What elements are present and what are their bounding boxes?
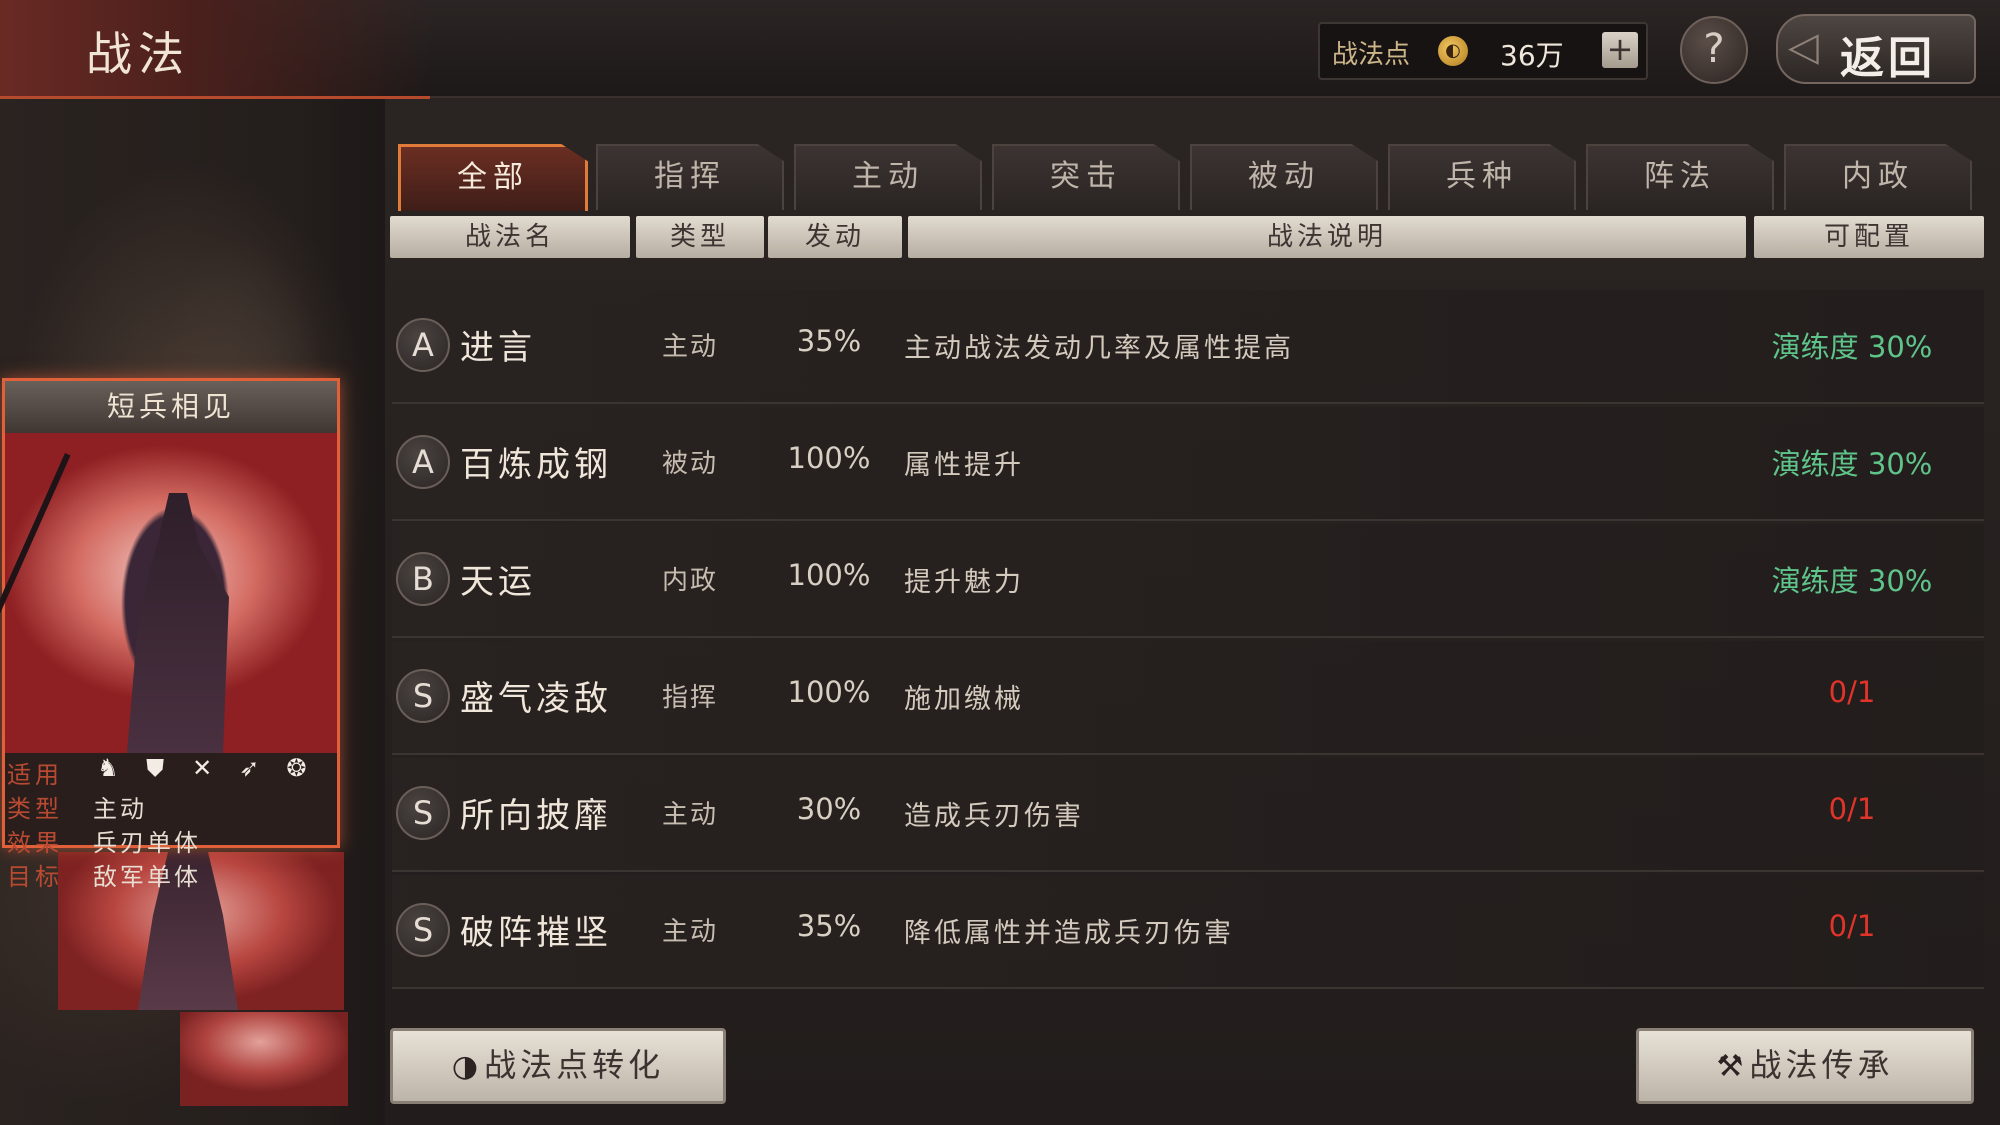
column-header-description: 战法说明	[908, 216, 1746, 258]
tab-assault[interactable]: 突击	[992, 144, 1180, 210]
wheel-icon: ❂	[286, 754, 307, 782]
card-info: 适用 ♞ ⛊ ✕ ➶ ❂ 类型 主动 效果 兵刃单体 目标 敌军单体	[5, 753, 337, 891]
skill-rate: 35%	[796, 324, 862, 358]
effect-row: 效果 兵刃单体	[5, 821, 337, 857]
grade-badge: A	[396, 435, 450, 489]
grade-badge: B	[396, 552, 450, 606]
tactic-points-value: 36万	[1500, 39, 1564, 72]
cavalry-icon: ♞	[97, 754, 119, 782]
skill-description: 提升魅力	[904, 567, 1024, 598]
convert-points-button[interactable]: ◑战法点转化	[390, 1028, 726, 1104]
skill-row[interactable]: S 所向披靡 主动 30% 造成兵刃伤害 0/1	[392, 758, 1984, 872]
tactic-point-icon: ◑	[451, 1049, 483, 1084]
tab-internal-affairs[interactable]: 内政	[1784, 144, 1972, 210]
tab-active[interactable]: 主动	[794, 144, 982, 210]
column-header-name[interactable]: 战法名	[390, 216, 630, 258]
tactic-point-icon: ◐	[1438, 36, 1468, 66]
skill-row[interactable]: S 盛气凌敌 指挥 100% 施加缴械 0/1	[392, 641, 1984, 755]
skill-status: 演练度 30%	[1771, 447, 1933, 481]
tactic-points-label: 战法点	[1332, 40, 1411, 70]
skill-description: 造成兵刃伤害	[904, 801, 1084, 832]
troop-icons: ♞ ⛊ ✕ ➶ ❂	[91, 753, 321, 787]
grade-badge: A	[396, 318, 450, 372]
skill-type: 被动	[662, 449, 719, 479]
tab-troop[interactable]: 兵种	[1388, 144, 1576, 210]
skill-rate: 100%	[787, 441, 871, 475]
tactic-points-display: 战法点 ◐ 36万 +	[1318, 22, 1648, 80]
grade-badge: S	[396, 903, 450, 957]
applicable-row: 适用 ♞ ⛊ ✕ ➶ ❂	[5, 753, 337, 789]
tab-command[interactable]: 指挥	[596, 144, 784, 210]
skill-description: 主动战法发动几率及属性提高	[904, 333, 1294, 364]
skill-name: 天运	[460, 562, 536, 602]
spear-art	[0, 453, 71, 730]
back-label: 返回	[1840, 33, 1936, 84]
skill-type: 主动	[662, 332, 719, 362]
hammer-icon: ⚒	[1716, 1049, 1748, 1084]
inherit-tactic-label: 战法传承	[1749, 1046, 1894, 1084]
skill-name: 盛气凌敌	[460, 679, 612, 719]
type-value: 主动	[93, 795, 147, 823]
skill-row[interactable]: A 进言 主动 35% 主动战法发动几率及属性提高 演练度 30%	[392, 290, 1984, 404]
column-header-type[interactable]: 类型	[636, 216, 764, 258]
skill-type: 主动	[662, 917, 719, 947]
skill-rate: 35%	[796, 909, 862, 943]
top-bar: 战法 战法点 ◐ 36万 + ? ◁ 返回	[0, 0, 2000, 99]
target-label: 目标	[7, 863, 63, 891]
applicable-label: 适用	[7, 761, 63, 789]
warrior-silhouette	[127, 493, 229, 753]
column-header-configurable[interactable]: 可配置	[1754, 216, 1984, 258]
skill-description: 施加缴械	[904, 684, 1024, 715]
skill-name: 百炼成钢	[460, 445, 612, 485]
skill-type: 指挥	[662, 683, 719, 713]
skill-name: 所向披靡	[460, 796, 612, 836]
add-points-button[interactable]: +	[1602, 32, 1638, 68]
tab-formation[interactable]: 阵法	[1586, 144, 1774, 210]
skill-rate: 30%	[796, 792, 862, 826]
target-row: 目标 敌军单体	[5, 855, 337, 891]
title-plate: 战法	[0, 0, 430, 99]
tab-all[interactable]: 全部	[398, 144, 588, 211]
skill-status: 0/1	[1828, 909, 1876, 943]
shield-icon: ⛊	[146, 754, 165, 782]
skill-description: 属性提升	[904, 450, 1024, 481]
tab-passive[interactable]: 被动	[1190, 144, 1378, 210]
card-artwork	[0, 433, 337, 753]
skill-row[interactable]: A 百炼成钢 被动 100% 属性提升 演练度 30%	[392, 407, 1984, 521]
convert-points-label: 战法点转化	[484, 1046, 665, 1084]
skill-rate: 100%	[787, 558, 871, 592]
skill-type: 内政	[662, 566, 719, 596]
skill-status: 0/1	[1828, 792, 1876, 826]
grade-badge: S	[396, 669, 450, 723]
skill-status: 0/1	[1828, 675, 1876, 709]
skill-name: 破阵摧坚	[460, 913, 612, 953]
tactic-detail-card[interactable]: 短兵相见 适用 ♞ ⛊ ✕ ➶ ❂ 类型 主动 效果 兵刃单体 目标 敌军单体	[0, 378, 340, 891]
effect-label: 效果	[7, 829, 63, 857]
back-button[interactable]: ◁ 返回	[1776, 14, 1976, 84]
skill-type: 主动	[662, 800, 719, 830]
column-header-rate[interactable]: 发动	[768, 216, 902, 258]
page-title: 战法	[86, 27, 190, 81]
target-value: 敌军单体	[93, 863, 201, 891]
skill-status: 演练度 30%	[1771, 564, 1933, 598]
skill-description: 降低属性并造成兵刃伤害	[904, 918, 1234, 949]
grade-badge: S	[396, 786, 450, 840]
skill-row[interactable]: B 天运 内政 100% 提升魅力 演练度 30%	[392, 524, 1984, 638]
effect-value: 兵刃单体	[93, 829, 201, 857]
type-row: 类型 主动	[5, 787, 337, 823]
skill-name: 进言	[460, 328, 536, 368]
back-arrow-icon: ◁	[1788, 24, 1819, 70]
inherit-tactic-button[interactable]: ⚒战法传承	[1636, 1028, 1974, 1104]
bow-icon: ➶	[239, 754, 260, 782]
card-title: 短兵相见	[5, 381, 337, 433]
help-button[interactable]: ?	[1680, 16, 1748, 84]
spear-icon: ✕	[192, 754, 213, 782]
hero-portrait-bottom	[180, 1012, 348, 1106]
skill-status: 演练度 30%	[1771, 330, 1933, 364]
skill-rate: 100%	[787, 675, 871, 709]
skill-row[interactable]: S 破阵摧坚 主动 35% 降低属性并造成兵刃伤害 0/1	[392, 875, 1984, 989]
type-label: 类型	[7, 795, 63, 823]
